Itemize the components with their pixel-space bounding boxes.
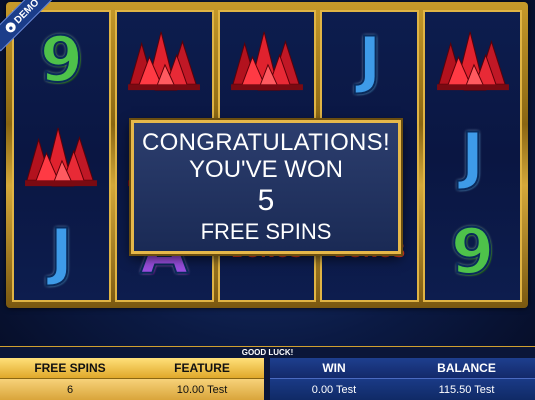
slot-game: 9JABONUSJBONUSJ9 ● DEMO CONGRATULATIONS!…	[0, 0, 535, 400]
symbol-9-glyph: 9	[39, 22, 84, 97]
crystal-icon	[427, 17, 518, 103]
free-spins-label: FREE SPINS	[0, 358, 140, 378]
symbol-J: J	[324, 17, 415, 103]
crystal-icon	[221, 17, 312, 103]
symbol-J-glyph: J	[357, 22, 382, 97]
win-dialog[interactable]: CONGRATULATIONS! YOU'VE WON 5 FREE SPINS	[131, 120, 401, 254]
win-box: WIN 0.00 Test	[270, 358, 398, 400]
dialog-spin-count: 5	[257, 184, 275, 217]
crystal-icon-graphic	[128, 31, 201, 91]
crystal-icon	[119, 17, 210, 103]
balance-box: BALANCE 115.50 Test	[398, 358, 535, 400]
balance-label: BALANCE	[398, 358, 535, 378]
message-bar: GOOD LUCK!	[0, 346, 535, 358]
crystal-icon-graphic	[436, 31, 509, 91]
symbol-J-glyph: J	[49, 214, 74, 289]
symbol-9: 9	[16, 17, 107, 103]
crystal-icon-graphic	[231, 31, 303, 91]
dialog-congrats: CONGRATULATIONS!	[142, 129, 390, 156]
free-spins-box: FREE SPINS 6	[0, 358, 140, 400]
free-spins-value: 6	[0, 378, 140, 400]
message-text: GOOD LUCK!	[241, 348, 294, 357]
symbol-J: J	[427, 113, 518, 199]
reel-1: 9J	[12, 10, 111, 302]
feature-label: FEATURE	[140, 358, 264, 378]
dialog-youve-won: YOU'VE WON	[189, 156, 343, 183]
symbol-9-glyph: 9	[450, 214, 495, 289]
demo-icon: ●	[3, 20, 18, 35]
crystal-icon-graphic	[25, 127, 98, 187]
dialog-free-spins: FREE SPINS	[200, 219, 332, 244]
crystal-icon	[16, 113, 107, 199]
reel-5: J9	[423, 10, 522, 302]
bottom-panel: FREE SPINS 6 FEATURE 10.00 Test WIN 0.00…	[0, 358, 535, 400]
symbol-9: 9	[427, 209, 518, 295]
symbol-J: J	[16, 209, 107, 295]
win-label: WIN	[270, 358, 398, 378]
feature-box: FEATURE 10.00 Test	[140, 358, 264, 400]
balance-value: 115.50 Test	[398, 378, 535, 400]
symbol-J-glyph: J	[460, 118, 485, 193]
feature-value: 10.00 Test	[140, 378, 264, 400]
win-value: 0.00 Test	[270, 378, 398, 400]
